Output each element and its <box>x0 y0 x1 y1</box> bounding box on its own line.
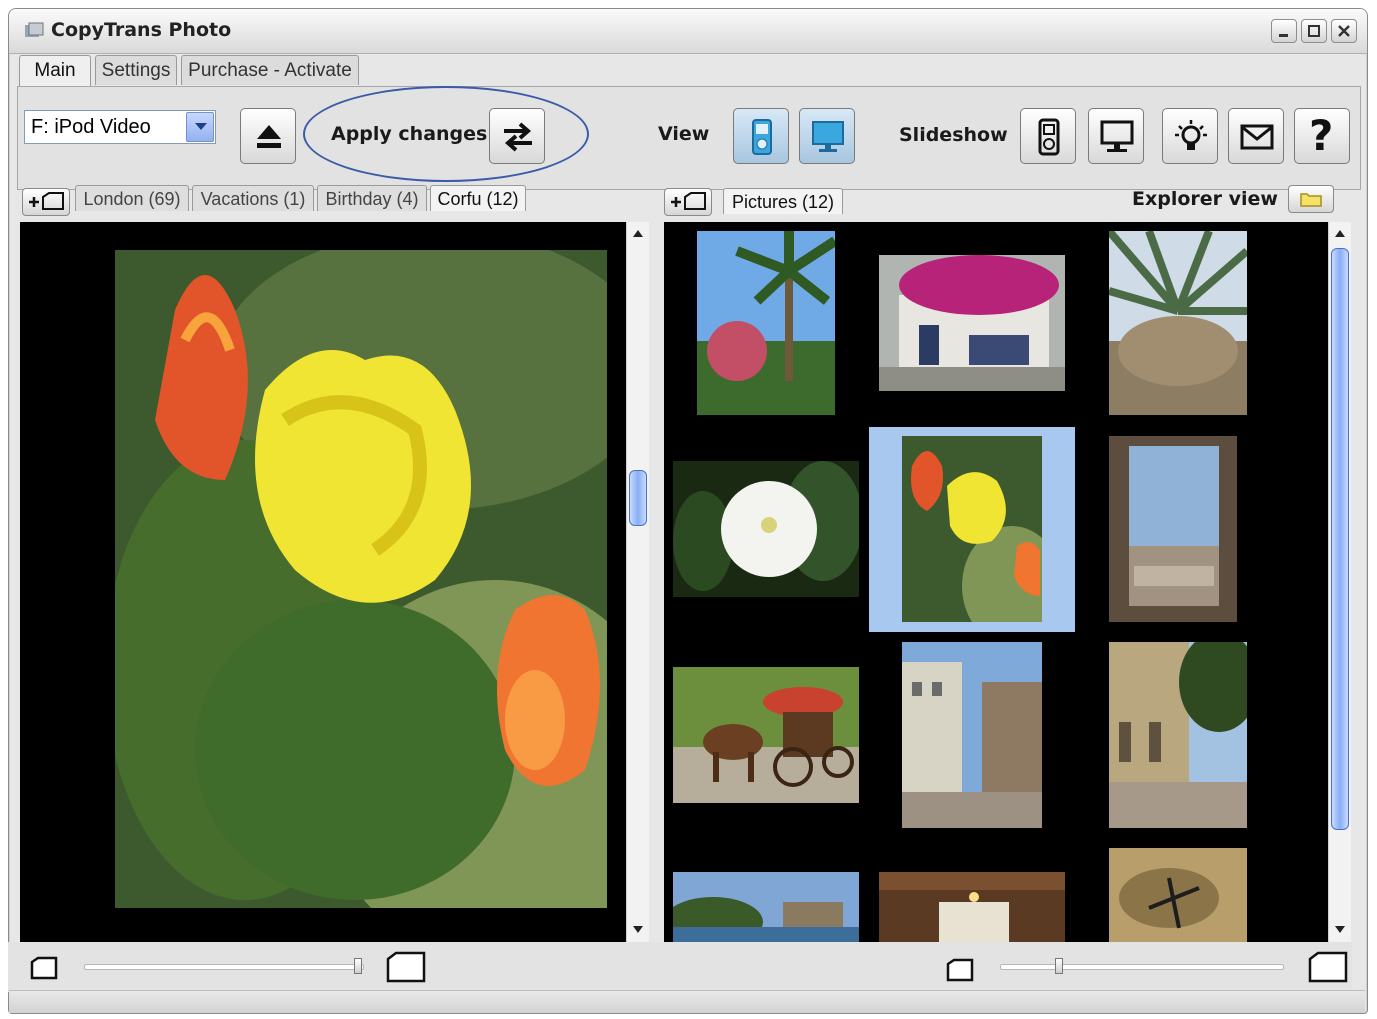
help-button[interactable]: ? <box>1294 108 1350 164</box>
right-zoom-knob[interactable] <box>1054 958 1063 974</box>
ipod-slideshow-button[interactable] <box>1020 108 1076 164</box>
album-tab-vacations[interactable]: Vacations (1) <box>192 185 314 211</box>
apply-changes-label: Apply changes <box>331 123 488 145</box>
photo-thumbnail[interactable] <box>673 872 859 942</box>
mail-icon <box>1240 124 1274 150</box>
photo-thumbnail[interactable] <box>902 642 1042 828</box>
tips-button[interactable] <box>1162 108 1218 164</box>
title-bar: CopyTrans Photo <box>9 9 1367 54</box>
close-button[interactable] <box>1331 19 1357 43</box>
album-tab-corfu[interactable]: Corfu (12) <box>430 185 526 211</box>
device-select[interactable]: F: iPod Video <box>24 110 216 144</box>
photo-thumbnail[interactable] <box>697 231 835 415</box>
folder-icon <box>1300 193 1322 207</box>
eject-icon <box>257 125 281 148</box>
mail-button[interactable] <box>1228 108 1284 164</box>
left-zoom-slider[interactable] <box>84 964 364 970</box>
help-icon: ? <box>1309 111 1334 160</box>
explorer-view-label: Explorer view <box>1132 188 1278 210</box>
large-page-icon <box>386 951 426 983</box>
photo-thumbnail[interactable] <box>902 436 1042 622</box>
minimize-button[interactable] <box>1271 19 1297 43</box>
photo-thumbnail[interactable] <box>673 461 859 597</box>
photo-thumbnail[interactable] <box>1109 848 1247 942</box>
lightbulb-icon <box>1175 120 1207 150</box>
minimize-icon <box>1279 34 1288 37</box>
computer-slideshow-button[interactable] <box>1088 108 1144 164</box>
left-zoom-knob[interactable] <box>354 958 362 974</box>
album-tab-birthday[interactable]: Birthday (4) <box>317 185 427 211</box>
computer-view-icon <box>812 121 844 152</box>
small-page-icon <box>30 956 58 980</box>
ipod-view-icon <box>752 119 772 155</box>
ipod-slideshow-icon <box>1038 118 1060 156</box>
scroll-up-icon[interactable] <box>1329 222 1351 244</box>
window-title: CopyTrans Photo <box>51 19 232 41</box>
selected-photo-preview[interactable] <box>115 250 607 908</box>
right-scrollbar[interactable] <box>1328 222 1351 942</box>
tab-main[interactable]: Main <box>19 55 91 87</box>
small-page-icon <box>946 958 974 982</box>
scroll-down-icon[interactable] <box>627 918 649 940</box>
left-scrollbar[interactable] <box>626 222 649 942</box>
maximize-icon <box>1308 25 1320 37</box>
large-page-icon <box>1308 951 1348 983</box>
app-icon <box>25 22 44 37</box>
right-zoom-slider[interactable] <box>1000 964 1284 970</box>
eject-button[interactable] <box>240 108 296 164</box>
photo-thumbnail[interactable] <box>1109 231 1247 415</box>
photo-thumbnail[interactable] <box>879 255 1065 391</box>
sync-arrows-icon <box>504 122 532 152</box>
tab-purchase-activate[interactable]: Purchase - Activate <box>181 55 359 85</box>
photo-thumbnail[interactable] <box>673 667 859 803</box>
status-bar <box>9 990 1365 1013</box>
tab-settings[interactable]: Settings <box>95 55 177 85</box>
computer-slideshow-icon <box>1100 120 1134 152</box>
add-album-icon <box>29 192 64 210</box>
chevron-down-icon <box>195 123 207 130</box>
add-album-icon <box>671 192 706 210</box>
add-folder-button[interactable] <box>664 188 712 216</box>
close-icon <box>1338 25 1350 37</box>
add-album-button[interactable] <box>22 188 70 216</box>
album-tab-pictures[interactable]: Pictures (12) <box>723 188 843 214</box>
photo-thumbnail[interactable] <box>879 872 1065 942</box>
device-select-value: F: iPod Video <box>31 116 151 138</box>
scroll-up-icon[interactable] <box>627 222 649 244</box>
computer-view-button[interactable] <box>799 108 855 164</box>
apply-changes-button[interactable] <box>489 108 545 164</box>
photo-thumbnail[interactable] <box>1109 642 1247 828</box>
slideshow-label: Slideshow <box>899 124 1008 146</box>
dropdown-arrow[interactable] <box>186 112 214 142</box>
maximize-button[interactable] <box>1301 19 1327 43</box>
scroll-down-icon[interactable] <box>1329 918 1351 940</box>
ipod-view-button[interactable] <box>733 108 789 164</box>
left-scroll-thumb[interactable] <box>629 470 647 526</box>
photo-thumbnail[interactable] <box>1109 436 1237 622</box>
album-tab-london[interactable]: London (69) <box>75 185 189 211</box>
explorer-view-button[interactable] <box>1288 185 1334 213</box>
right-scroll-thumb[interactable] <box>1331 248 1349 830</box>
view-label: View <box>658 123 710 145</box>
